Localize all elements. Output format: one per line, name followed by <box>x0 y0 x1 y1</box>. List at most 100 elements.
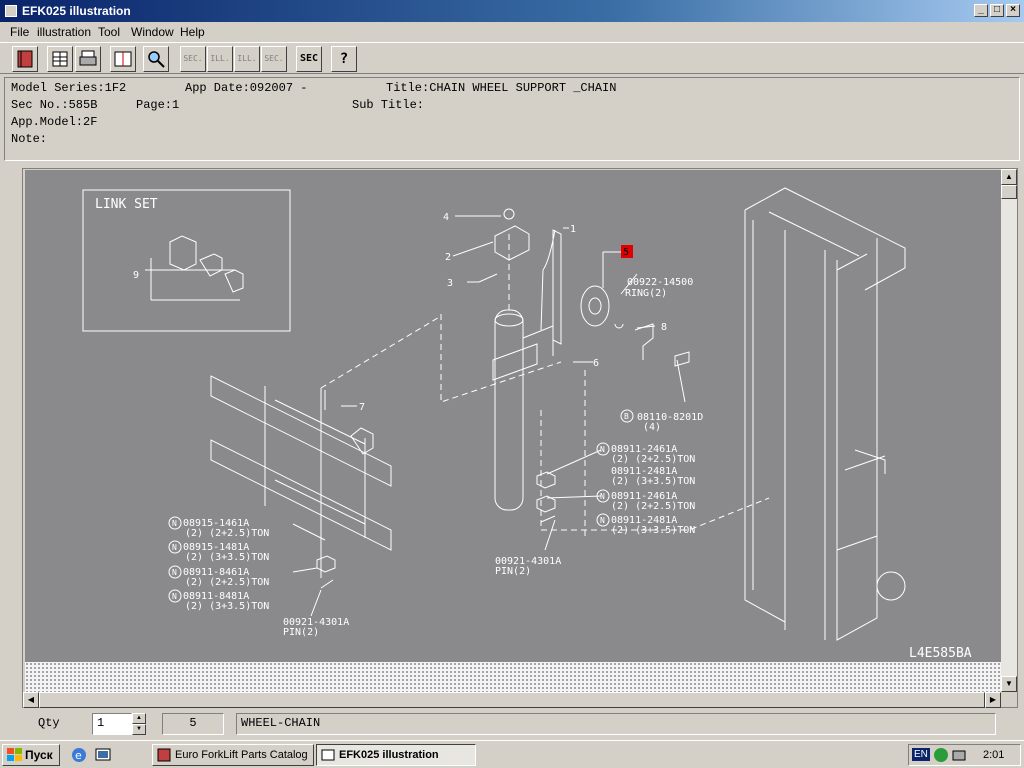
wheel-support-drawing <box>494 309 524 511</box>
drawing-border-hatch <box>25 662 1001 692</box>
start-label: Пуск <box>25 748 53 762</box>
close-button[interactable]: × <box>1006 4 1020 17</box>
magnifier-icon <box>148 51 165 68</box>
taskbar: Пуск e Euro ForkLift Parts Catalog EFK02… <box>0 740 1024 768</box>
svg-text:e: e <box>75 749 82 762</box>
minimize-button[interactable]: _ <box>974 4 988 17</box>
ref-1[interactable]: 1 <box>570 224 576 235</box>
model-series: Model Series:1F2 <box>11 81 127 95</box>
prev-illustration-button[interactable]: ILL. <box>207 46 233 72</box>
menu-illustration[interactable]: illustration <box>37 25 91 39</box>
internet-explorer-icon[interactable]: e <box>70 746 88 764</box>
menu-bar: File illustration Tool Window Help <box>0 22 1024 42</box>
info-panel: Model Series:1F2 App Date:092007 - Title… <box>4 77 1020 161</box>
n-mark: N <box>600 516 605 525</box>
search-button[interactable] <box>143 46 169 72</box>
volume-icon[interactable] <box>951 747 967 763</box>
language-indicator[interactable]: EN <box>912 748 930 761</box>
nut-right-1-desc: (2) (2+2.5)TON <box>611 454 695 465</box>
nut-left-4-desc: (2) (3+3.5)TON <box>185 601 269 612</box>
ref-4[interactable]: 4 <box>443 212 449 223</box>
taskbar-item-label: EFK025 illustration <box>339 749 439 761</box>
b-mark: B <box>624 412 629 421</box>
open-book-icon <box>114 51 132 67</box>
menu-tool[interactable]: Tool <box>98 25 120 39</box>
index-button[interactable] <box>110 46 136 72</box>
ref-7[interactable]: 7 <box>359 402 365 413</box>
sub-title: Sub Title: <box>352 98 425 112</box>
n-mark: N <box>172 568 177 577</box>
grid-icon <box>52 51 68 67</box>
show-desktop-icon[interactable] <box>94 746 112 764</box>
ref-5[interactable]: 5 <box>623 247 629 258</box>
nut-left-2-desc: (2) (3+3.5)TON <box>185 552 269 563</box>
windows-logo-icon <box>7 748 22 761</box>
menu-window[interactable]: Window <box>131 25 174 39</box>
taskbar-illustration[interactable]: EFK025 illustration <box>316 744 476 766</box>
title-bar: EFK025 illustration _ □ × <box>0 0 1024 22</box>
n-mark: N <box>172 592 177 601</box>
selected-ref-field: 5 <box>162 713 224 735</box>
parts-drawing[interactable]: LINK SET 9 1 2 3 4 5 6 7 8 00922-14500 R… <box>25 170 1001 662</box>
page-number: Page:1 <box>136 98 180 112</box>
n-mark: N <box>600 445 605 454</box>
next-illustration-button[interactable]: ILL. <box>234 46 260 72</box>
system-tray: EN 2:01 <box>908 744 1021 766</box>
menu-file[interactable]: File <box>10 25 29 39</box>
scroll-right-button[interactable]: ▶ <box>985 692 1001 708</box>
print-button[interactable] <box>75 46 101 72</box>
app-date: App Date:092007 - <box>185 81 308 95</box>
qty-input[interactable]: 1 <box>92 713 132 735</box>
next-section-button[interactable]: SEC. <box>261 46 287 72</box>
chain-wheel-drawing <box>580 285 610 327</box>
scroll-up-button[interactable]: ▲ <box>1001 169 1017 185</box>
ref-3[interactable]: 3 <box>447 278 453 289</box>
ref-8[interactable]: 8 <box>661 322 667 333</box>
vertical-scroll-thumb[interactable] <box>1001 185 1017 199</box>
taskbar-parts-catalog[interactable]: Euro ForkLift Parts Catalog <box>152 744 314 766</box>
scroll-down-button[interactable]: ▼ <box>1001 676 1017 692</box>
prev-section-button[interactable]: SEC. <box>180 46 206 72</box>
maximize-button[interactable]: □ <box>990 4 1004 17</box>
ring-part-number[interactable]: 00922-14500 <box>627 277 693 288</box>
nuts-left-group: N 08915-1461A (2) (2+2.5)TON N 08915-148… <box>168 516 269 612</box>
catalog-button[interactable] <box>47 46 73 72</box>
clock: 2:01 <box>983 749 1005 761</box>
mast-drawing <box>744 187 906 641</box>
book-button[interactable] <box>12 46 38 72</box>
catalog-app-icon <box>157 748 171 762</box>
qty-decrement-button[interactable]: ▼ <box>132 724 146 735</box>
printer-icon <box>79 50 97 66</box>
app-icon <box>5 5 17 17</box>
pin-left-label: PIN(2) <box>283 627 319 638</box>
qty-increment-button[interactable]: ▲ <box>132 713 146 724</box>
network-icon[interactable] <box>933 747 949 763</box>
section-title: Title:CHAIN WHEEL SUPPORT _CHAIN <box>386 81 617 95</box>
bolt-qty: (4) <box>643 422 661 433</box>
horizontal-scroll-thumb[interactable] <box>39 692 985 708</box>
ref-2[interactable]: 2 <box>445 252 451 263</box>
illustration-viewer: LINK SET 9 1 2 3 4 5 6 7 8 00922-14500 R… <box>22 168 1018 708</box>
vertical-scrollbar[interactable]: ▲ ▼ <box>1001 169 1017 692</box>
nut-left-1-desc: (2) (2+2.5)TON <box>185 528 269 539</box>
note: Note: <box>11 132 48 146</box>
n-mark: N <box>172 543 177 552</box>
book-icon <box>17 50 33 68</box>
pin-mid-label: PIN(2) <box>495 566 531 577</box>
qty-label: Qty <box>38 716 60 730</box>
plate-drawing <box>634 323 654 360</box>
section-search-button[interactable]: SEC <box>296 46 322 72</box>
scroll-left-button[interactable]: ◀ <box>23 692 39 708</box>
drawing-code: L4E585BA <box>909 646 972 661</box>
taskbar-item-label: Euro ForkLift Parts Catalog <box>175 749 308 761</box>
nut-left-3-desc: (2) (2+2.5)TON <box>185 577 269 588</box>
status-bar: Qty 1 ▲ ▼ 5 WHEEL-CHAIN <box>0 710 1024 740</box>
menu-help[interactable]: Help <box>180 25 205 39</box>
horizontal-scrollbar[interactable]: ◀ ▶ <box>23 692 1001 708</box>
ref-9[interactable]: 9 <box>133 270 139 281</box>
start-button[interactable]: Пуск <box>2 744 60 766</box>
help-button[interactable]: ? <box>331 46 357 72</box>
nut-right-4-desc: (2) (3+3.5)TON <box>611 525 695 536</box>
n-mark: N <box>172 519 177 528</box>
ref-6[interactable]: 6 <box>593 358 599 369</box>
